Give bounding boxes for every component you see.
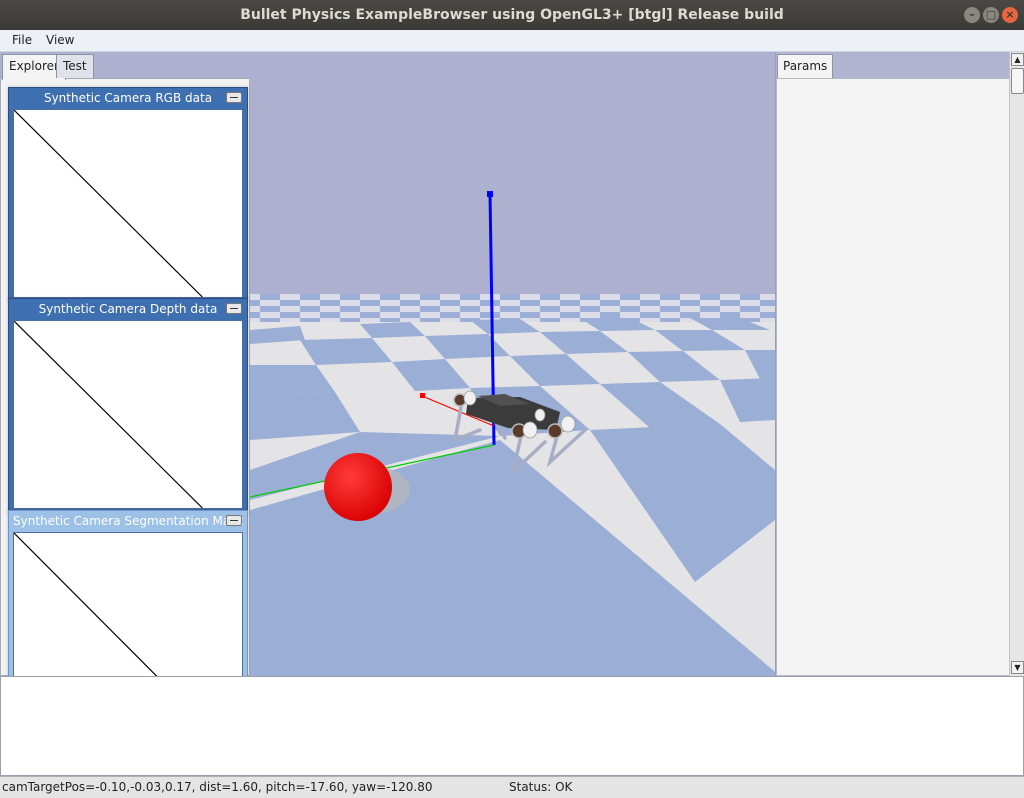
status-text: Status: OK [509, 780, 573, 794]
tab-params[interactable]: Params [777, 54, 834, 79]
maximize-icon[interactable]: □ [983, 7, 999, 23]
params-content [776, 78, 1010, 676]
status-bar: camTargetPos=-0.10,-0.03,0.17, dist=1.60… [0, 776, 1024, 798]
camera-depth-title[interactable]: Synthetic Camera Depth data [9, 299, 247, 319]
minimize-icon[interactable] [226, 92, 242, 103]
menu-file[interactable]: File [12, 33, 32, 47]
close-icon[interactable]: × [1002, 7, 1018, 23]
camera-segmentation-title[interactable]: Synthetic Camera Segmentation Mask [9, 511, 247, 531]
scroll-up-icon[interactable]: ▲ [1011, 53, 1024, 66]
window-titlebar: Bullet Physics ExampleBrowser using Open… [0, 0, 1024, 30]
camera-rgb-canvas [13, 109, 243, 298]
x-axis-tip [420, 393, 425, 398]
camera-rgb-title[interactable]: Synthetic Camera RGB data [9, 88, 247, 108]
explorer-tabs: Explorer Test [0, 52, 250, 80]
scroll-down-icon[interactable]: ▼ [1011, 661, 1024, 674]
tab-test[interactable]: Test [56, 54, 94, 78]
minimize-icon[interactable] [226, 303, 242, 314]
menu-bar: File View [0, 30, 1024, 52]
camera-depth-canvas [13, 320, 243, 509]
red-sphere [324, 453, 392, 521]
camera-depth-window[interactable]: Synthetic Camera Depth data [8, 298, 248, 514]
z-axis-tip [487, 191, 493, 197]
minimize-icon[interactable] [226, 515, 242, 526]
params-panel: Params ▲ ▼ [775, 52, 1024, 676]
camera-rgb-window[interactable]: Synthetic Camera RGB data [8, 87, 248, 303]
minimize-icon[interactable]: – [964, 7, 980, 23]
params-scrollbar[interactable]: ▲ ▼ [1009, 52, 1024, 676]
scroll-thumb[interactable] [1011, 68, 1024, 94]
camera-status: camTargetPos=-0.10,-0.03,0.17, dist=1.60… [2, 780, 433, 794]
menu-view[interactable]: View [46, 33, 74, 47]
window-title: Bullet Physics ExampleBrowser using Open… [240, 7, 784, 23]
console-output[interactable] [0, 676, 1024, 776]
